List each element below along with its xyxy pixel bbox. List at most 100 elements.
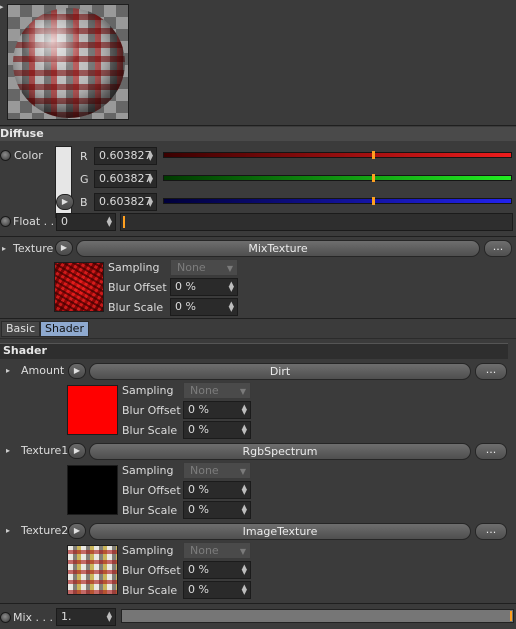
- color-options-button[interactable]: ▶: [56, 194, 74, 210]
- color-label: Color: [14, 149, 43, 162]
- expand-arrow-icon[interactable]: ▸: [6, 366, 10, 375]
- spinner-arrows-icon[interactable]: ▲ ▼: [229, 301, 234, 313]
- dropdown-caret-icon: ▼: [239, 547, 246, 556]
- amount-texture-button[interactable]: Dirt: [89, 363, 471, 380]
- channel-b-label: B: [80, 196, 88, 209]
- mix-animate-radio[interactable]: [0, 612, 11, 623]
- texture1-options-button[interactable]: ▶: [68, 443, 86, 459]
- blur-scale-label: Blur Scale: [122, 424, 178, 437]
- divider: [0, 603, 516, 604]
- blur-scale-input[interactable]: 0 % ▲ ▼: [170, 298, 238, 316]
- blur-offset-input[interactable]: 0 % ▲ ▼: [183, 401, 251, 419]
- texture1-more-button[interactable]: ...: [475, 443, 507, 460]
- mix-label: Mix . . .: [13, 611, 54, 624]
- shader-section-title: Shader: [3, 344, 47, 357]
- channel-r-slider[interactable]: [163, 151, 512, 159]
- blur-offset-label: Blur Offset: [108, 281, 167, 294]
- blur-offset-input[interactable]: 0 % ▲ ▼: [183, 561, 251, 579]
- channel-b-slider-knob[interactable]: [372, 197, 375, 205]
- sampling-select[interactable]: None ▼: [183, 462, 251, 479]
- blur-offset-label: Blur Offset: [122, 564, 181, 577]
- blur-scale-label: Blur Scale: [108, 301, 164, 314]
- spinner-arrows-icon[interactable]: ▲ ▼: [229, 281, 234, 293]
- mix-input[interactable]: 1. ▲ ▼: [56, 608, 116, 626]
- texture2-options-button[interactable]: ▶: [68, 523, 86, 539]
- texture-options-button[interactable]: ▶: [55, 240, 73, 256]
- mixtexture-thumbnail: [54, 262, 104, 312]
- float-animate-radio[interactable]: [0, 216, 11, 227]
- mix-slider[interactable]: [121, 609, 514, 623]
- sampling-label: Sampling: [122, 544, 174, 557]
- mix-slider-knob[interactable]: [510, 611, 512, 621]
- expand-arrow-icon[interactable]: ▸: [2, 244, 6, 253]
- spinner-arrows-icon[interactable]: ▲ ▼: [148, 196, 153, 208]
- float-slider-knob[interactable]: [123, 216, 125, 228]
- diffuse-section-header: Diffuse: [0, 127, 516, 141]
- divider: [0, 318, 516, 319]
- spinner-arrows-icon[interactable]: ▲ ▼: [242, 484, 247, 496]
- texture2-texture-button[interactable]: ImageTexture: [89, 523, 471, 540]
- dropdown-caret-icon: ▼: [239, 387, 246, 396]
- material-sphere-preview: [13, 8, 125, 118]
- texture-more-button[interactable]: ...: [484, 240, 512, 257]
- dropdown-caret-icon: ▼: [226, 264, 233, 273]
- channel-b-input[interactable]: 0.603827 ▲ ▼: [94, 193, 157, 211]
- sampling-select[interactable]: None ▼: [183, 542, 251, 559]
- channel-r-input[interactable]: 0.603827 ▲ ▼: [94, 147, 157, 165]
- spinner-arrows-icon[interactable]: ▲ ▼: [148, 173, 153, 185]
- amount-more-button[interactable]: ...: [475, 363, 507, 380]
- float-input[interactable]: 0 ▲ ▼: [56, 213, 116, 231]
- amount-options-button[interactable]: ▶: [68, 363, 86, 379]
- dirt-thumbnail: [67, 385, 118, 435]
- spinner-arrows-icon[interactable]: ▲ ▼: [242, 424, 247, 436]
- blur-scale-label: Blur Scale: [122, 504, 178, 517]
- sampling-label: Sampling: [122, 384, 174, 397]
- texture1-label: Texture1: [21, 444, 69, 457]
- color-animate-radio[interactable]: [0, 150, 11, 161]
- spinner-arrows-icon[interactable]: ▲ ▼: [107, 216, 112, 228]
- play-triangle-icon: ▶: [61, 197, 69, 206]
- texture2-label: Texture2: [21, 524, 69, 537]
- channel-g-input[interactable]: 0.603827 ▲ ▼: [94, 170, 157, 188]
- spinner-arrows-icon[interactable]: ▲ ▼: [242, 404, 247, 416]
- play-triangle-icon: ▶: [60, 243, 68, 252]
- collapse-arrow-icon[interactable]: ▸: [0, 3, 4, 11]
- blur-offset-input[interactable]: 0 % ▲ ▼: [183, 481, 251, 499]
- sampling-select[interactable]: None ▼: [170, 259, 238, 276]
- sampling-label: Sampling: [122, 464, 174, 477]
- blur-scale-label: Blur Scale: [122, 584, 178, 597]
- channel-g-label: G: [80, 173, 89, 186]
- sampling-label: Sampling: [108, 261, 160, 274]
- play-triangle-icon: ▶: [73, 526, 81, 535]
- play-triangle-icon: ▶: [73, 366, 81, 375]
- blur-scale-input[interactable]: 0 % ▲ ▼: [183, 421, 251, 439]
- texture2-more-button[interactable]: ...: [475, 523, 507, 540]
- blur-offset-label: Blur Offset: [122, 484, 181, 497]
- sampling-select[interactable]: None ▼: [183, 382, 251, 399]
- shader-section-header: Shader: [0, 343, 508, 359]
- channel-b-slider[interactable]: [163, 197, 512, 205]
- blur-offset-input[interactable]: 0 % ▲ ▼: [170, 278, 238, 296]
- float-label: Float . .: [13, 215, 55, 228]
- expand-arrow-icon[interactable]: ▸: [6, 526, 10, 535]
- spinner-arrows-icon[interactable]: ▲ ▼: [148, 150, 153, 162]
- spinner-arrows-icon[interactable]: ▲ ▼: [107, 611, 112, 623]
- channel-r-label: R: [80, 150, 88, 163]
- tab-shader[interactable]: Shader: [40, 321, 89, 337]
- blur-scale-input[interactable]: 0 % ▲ ▼: [183, 581, 251, 599]
- channel-g-slider-knob[interactable]: [372, 174, 375, 182]
- expand-arrow-icon[interactable]: ▸: [6, 446, 10, 455]
- channel-g-slider[interactable]: [163, 174, 512, 182]
- spinner-arrows-icon[interactable]: ▲ ▼: [242, 584, 247, 596]
- channel-r-slider-knob[interactable]: [372, 151, 375, 159]
- float-slider[interactable]: [120, 213, 513, 231]
- spinner-arrows-icon[interactable]: ▲ ▼: [242, 504, 247, 516]
- amount-label: Amount: [21, 364, 65, 377]
- dropdown-caret-icon: ▼: [239, 467, 246, 476]
- play-triangle-icon: ▶: [73, 446, 81, 455]
- texture-name-button[interactable]: MixTexture: [76, 240, 480, 257]
- blur-scale-input[interactable]: 0 % ▲ ▼: [183, 501, 251, 519]
- texture1-texture-button[interactable]: RgbSpectrum: [89, 443, 471, 460]
- tab-basic[interactable]: Basic: [1, 321, 41, 337]
- spinner-arrows-icon[interactable]: ▲ ▼: [242, 564, 247, 576]
